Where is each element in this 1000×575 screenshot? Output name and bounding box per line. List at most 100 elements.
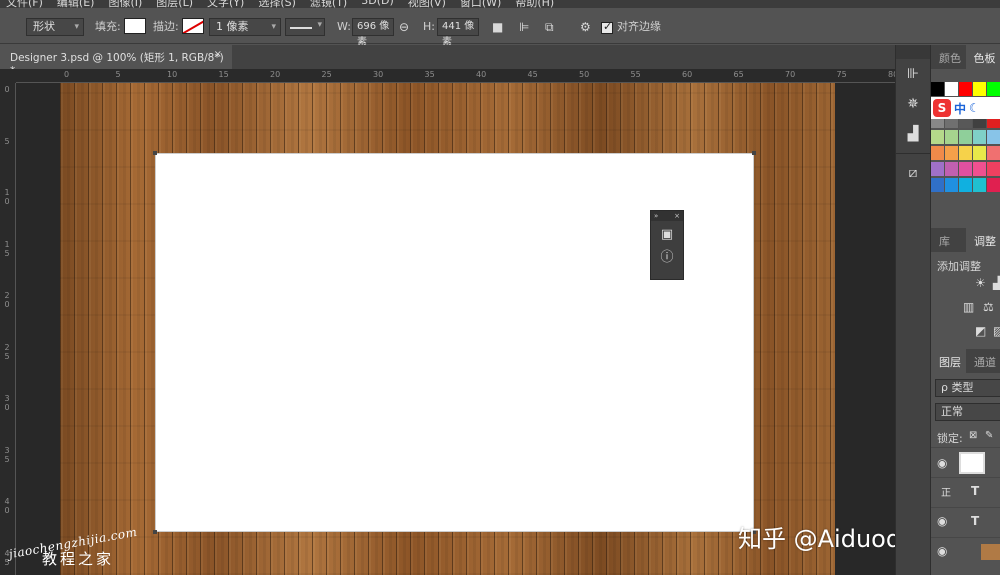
color-swatch[interactable] (945, 178, 958, 192)
layer-row[interactable]: 正 T (931, 477, 1000, 507)
color-swatch[interactable] (959, 162, 972, 176)
color-swatch[interactable] (973, 130, 986, 144)
color-swatch[interactable] (973, 178, 986, 192)
photo-filter-icon[interactable]: ◩ (975, 324, 986, 338)
color-swatch[interactable] (959, 178, 972, 192)
color-swatch[interactable] (987, 130, 1000, 144)
stroke-width-select[interactable]: 1 像素 ▾ (209, 18, 281, 36)
eye-icon[interactable]: ◉ (937, 514, 947, 528)
color-swatch[interactable] (931, 130, 944, 144)
ruler-tick-label: 1 0 (4, 188, 10, 206)
history-icon[interactable]: ⊪ (896, 59, 930, 89)
tab-swatches[interactable]: 色板 (965, 45, 1000, 69)
stroke-type-select[interactable]: ▾ (285, 18, 325, 36)
align-edges-checkbox[interactable] (601, 20, 613, 34)
ruler-vertical[interactable]: 051 01 52 02 53 03 54 04 5 (0, 83, 16, 575)
histogram-icon[interactable]: ▟ (896, 119, 930, 149)
layer-filter-select[interactable]: ρ 类型 (935, 379, 1000, 397)
menu-item[interactable]: 窗口(W) (460, 0, 501, 8)
balance-icon[interactable]: ⚖ (983, 300, 994, 314)
close-icon[interactable]: × (674, 211, 680, 221)
menu-item[interactable]: 帮助(H) (515, 0, 554, 8)
color-swatch[interactable] (987, 178, 1000, 192)
menu-item[interactable]: 编辑(E) (57, 0, 95, 8)
width-label: W: (337, 20, 351, 33)
collapse-icon[interactable]: » (654, 211, 658, 221)
layer-row[interactable]: ◉ T (931, 507, 1000, 537)
color-swatch[interactable] (959, 82, 972, 96)
tab-libraries[interactable]: 库 (931, 228, 966, 252)
ime-logo: S (933, 99, 951, 117)
color-swatch[interactable] (945, 162, 958, 176)
link-icon[interactable]: ⊖ (399, 18, 409, 36)
layer-row[interactable]: ◉ (931, 537, 1000, 567)
color-swatch[interactable] (945, 146, 958, 160)
eye-icon[interactable]: ◉ (937, 456, 947, 470)
channel-mixer-icon[interactable]: ▨ (993, 324, 1000, 338)
color-swatch[interactable] (987, 162, 1000, 176)
menu-item[interactable]: 3D(D) (361, 0, 394, 8)
vibrance-icon[interactable]: ▥ (963, 300, 974, 314)
fill-color-swatch[interactable] (124, 18, 146, 34)
brightness-icon[interactable]: ☀ (975, 276, 986, 290)
color-swatch[interactable] (987, 82, 1000, 96)
gear-icon[interactable]: ⚙ (580, 18, 591, 36)
document-tab-bar: Designer 3.psd @ 100% (矩形 1, RGB/8*) * × (0, 45, 895, 77)
blend-mode-select[interactable]: 正常 (935, 403, 1000, 421)
menu-item[interactable]: 滤镜(T) (310, 0, 347, 8)
layer-thumbnail (981, 544, 1000, 560)
tab-adjustments[interactable]: 调整 (966, 228, 1000, 252)
color-swatch[interactable] (931, 146, 944, 160)
height-input[interactable]: 441 像素 (437, 18, 479, 48)
transform-handle[interactable] (752, 151, 756, 155)
canvas-pasteboard[interactable] (16, 83, 895, 575)
path-alignment-icon[interactable]: ⊫ (519, 18, 529, 36)
layer-blend-mode: 正 (941, 488, 951, 499)
properties-icon[interactable]: ▣ (651, 227, 683, 242)
color-swatch[interactable] (931, 178, 944, 192)
lock-brush-icon[interactable]: ✎ (985, 430, 993, 441)
clone-source-icon[interactable]: ⧄ (896, 158, 930, 188)
color-swatch[interactable] (931, 162, 944, 176)
menu-item[interactable]: 文字(Y) (207, 0, 244, 8)
layer-row[interactable]: ◉ (931, 447, 1000, 477)
color-swatch[interactable] (931, 82, 944, 96)
color-swatch[interactable] (973, 162, 986, 176)
ime-mode[interactable]: 中 (954, 100, 966, 117)
eye-icon[interactable]: ◉ (937, 544, 947, 558)
color-swatch[interactable] (987, 146, 1000, 160)
color-swatch[interactable] (959, 130, 972, 144)
path-arrangement-icon[interactable]: ⧉ (545, 18, 554, 36)
color-swatch[interactable] (973, 146, 986, 160)
stroke-color-swatch[interactable] (182, 18, 204, 34)
tab-layers[interactable]: 图层 (931, 349, 966, 373)
color-swatch[interactable] (973, 82, 986, 96)
tab-channels[interactable]: 通道 (966, 349, 1000, 373)
width-input[interactable]: 696 像素 (352, 18, 394, 48)
tool-mode-select[interactable]: 形状 ▾ (26, 18, 84, 36)
transform-handle[interactable] (153, 151, 157, 155)
color-swatch[interactable] (945, 130, 958, 144)
color-panel-tabs: 颜色 色板 (931, 45, 1000, 69)
moon-icon[interactable]: ☾ (969, 101, 980, 115)
ime-toolbar[interactable]: S 中 ☾ (931, 97, 1000, 119)
floating-properties-panel[interactable]: » × ▣ ⓘ (650, 210, 684, 280)
tab-color[interactable]: 颜色 (931, 45, 966, 69)
menu-item[interactable]: 图层(L) (156, 0, 193, 8)
navigator-icon[interactable]: ✵ (896, 89, 930, 119)
menu-item[interactable]: 选择(S) (258, 0, 296, 8)
document-tab[interactable]: Designer 3.psd @ 100% (矩形 1, RGB/8*) * × (0, 45, 232, 77)
menu-item[interactable]: 文件(F) (6, 0, 43, 8)
menu-item[interactable]: 图像(I) (108, 0, 142, 8)
color-swatch[interactable] (959, 146, 972, 160)
info-icon[interactable]: ⓘ (651, 246, 683, 265)
stroke-width-value: 1 像素 (216, 20, 249, 33)
close-icon[interactable]: × (214, 49, 222, 60)
menu-item[interactable]: 视图(V) (408, 0, 446, 8)
color-swatch[interactable] (945, 82, 958, 96)
chevron-down-icon: ▾ (74, 22, 79, 32)
path-operations-icon[interactable]: ■ (492, 18, 503, 36)
ruler-horizontal[interactable]: 0510152025303540455055606570758085 (16, 69, 895, 83)
lock-transparent-icon[interactable]: ⊠ (969, 430, 977, 441)
levels-icon[interactable]: ▟ (993, 276, 1000, 290)
